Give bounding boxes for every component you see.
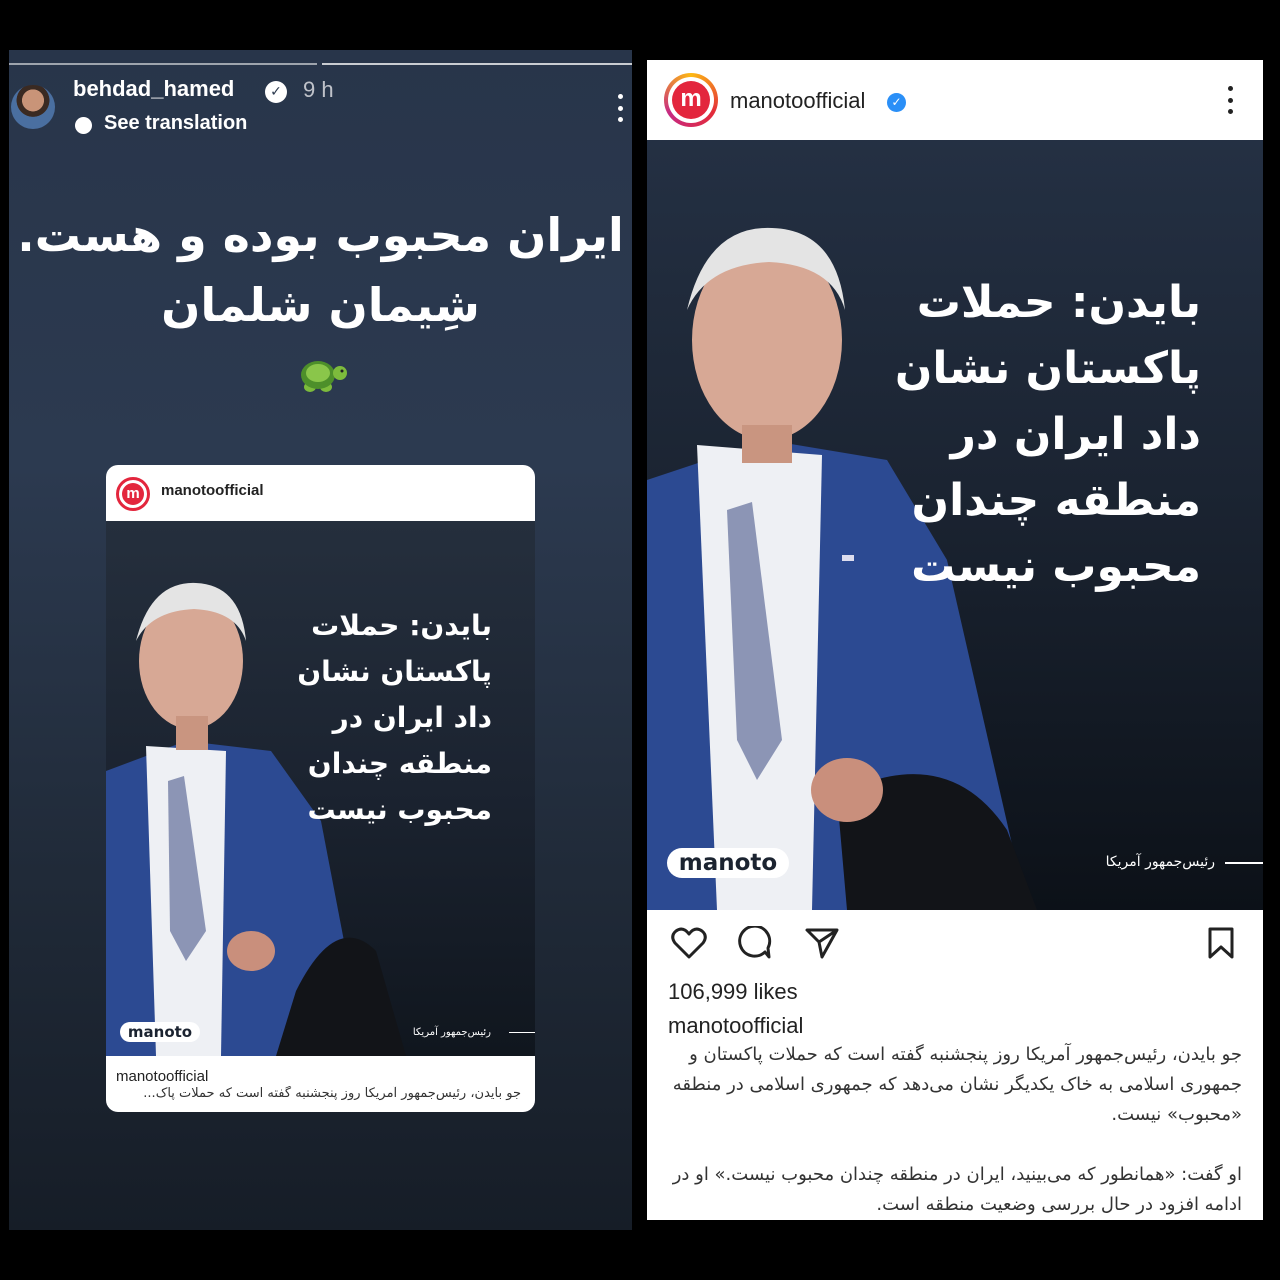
card-image: بایدن: حملات پاکستان نشان داد ایران در م…	[106, 521, 535, 1056]
photo-credit: رئیس‌جمهور آمریکا	[412, 1027, 491, 1038]
post-avatar[interactable]: m	[664, 73, 718, 127]
post-headline-line: بایدن: حملات	[916, 277, 1201, 328]
likes-count[interactable]: 106,999 likes	[668, 979, 798, 1005]
story-text: ایران محبوب بوده و هست. شِیمان شلمان	[9, 200, 632, 340]
card-caption-username: manotoofficial	[116, 1068, 209, 1085]
post-headline-line: پاکستان نشان	[894, 343, 1201, 394]
manoto-logo: manoto	[120, 1022, 200, 1042]
caption-username[interactable]: manotoofficial	[668, 1013, 803, 1039]
card-headline-line: بایدن: حملات	[311, 609, 492, 642]
story-timestamp: 9 h	[303, 77, 334, 102]
card-headline-line: داد ایران در	[332, 701, 492, 734]
story-text-line-1: ایران محبوب بوده و هست.	[17, 208, 624, 262]
story-progress-segment-2	[322, 63, 632, 65]
card-caption-text: جو بایدن، رئیس‌جمهور آمریکا روز پنجشنبه …	[143, 1086, 521, 1101]
caption-paragraph-2: او گفت: «همانطور که می‌بینید، ایران در م…	[672, 1164, 1242, 1215]
post-action-bar	[647, 922, 1263, 964]
turtle-emoji-icon	[301, 361, 347, 392]
credit-divider	[509, 1032, 535, 1033]
story-progress-segment-1	[9, 63, 317, 65]
credit-divider	[1225, 862, 1263, 864]
instagram-story: behdad_hamed ✓ 9 h See translation ایران…	[9, 50, 632, 1230]
card-headline-line: محبوب نیست	[307, 793, 492, 826]
post-headline-line: منطقه چندان	[911, 475, 1201, 526]
post-more-options-icon[interactable]	[1227, 86, 1233, 114]
see-translation-link[interactable]: See translation	[104, 112, 247, 135]
post-caption: جو بایدن، رئیس‌جمهور آمریکا روز پنجشنبه …	[667, 1040, 1242, 1220]
translate-icon	[75, 117, 92, 134]
story-more-options-icon[interactable]	[617, 94, 623, 122]
comment-icon[interactable]	[737, 926, 773, 962]
caption-paragraph-1: جو بایدن، رئیس‌جمهور آمریکا روز پنجشنبه …	[672, 1044, 1242, 1125]
save-bookmark-icon[interactable]	[1206, 926, 1236, 960]
story-text-line-2: شِیمان شلمان	[161, 278, 480, 332]
post-username[interactable]: manotoofficial	[730, 88, 865, 114]
card-headline: بایدن: حملات پاکستان نشان داد ایران در م…	[232, 603, 492, 833]
like-heart-icon[interactable]	[671, 926, 707, 960]
post-headline-line: محبوب نیست	[911, 541, 1201, 592]
verified-badge-icon: ✓	[887, 93, 906, 112]
manoto-logo: manoto	[667, 848, 789, 878]
story-username[interactable]: behdad_hamed	[73, 76, 234, 102]
card-headline-line: منطقه چندان	[307, 747, 492, 780]
share-send-icon[interactable]	[804, 926, 840, 960]
story-avatar[interactable]	[11, 85, 55, 129]
verified-badge-icon: ✓	[265, 81, 287, 103]
card-avatar: m	[116, 477, 150, 511]
shared-post-card[interactable]: m manotoofficial بایدن: حملات پاکستان نش…	[106, 465, 535, 1112]
card-headline-line: پاکستان نشان	[297, 655, 492, 688]
photo-credit: رئیس‌جمهور آمریکا	[1105, 854, 1215, 870]
post-image: بایدن: حملات پاکستان نشان داد ایران در م…	[647, 140, 1263, 910]
post-headline: بایدن: حملات پاکستان نشان داد ایران در م…	[881, 270, 1201, 600]
card-username[interactable]: manotoofficial	[161, 482, 264, 499]
instagram-post: m manotoofficial ✓ بایدن: حملات پاکستان …	[647, 60, 1263, 1220]
post-headline-line: داد ایران در	[950, 409, 1201, 460]
